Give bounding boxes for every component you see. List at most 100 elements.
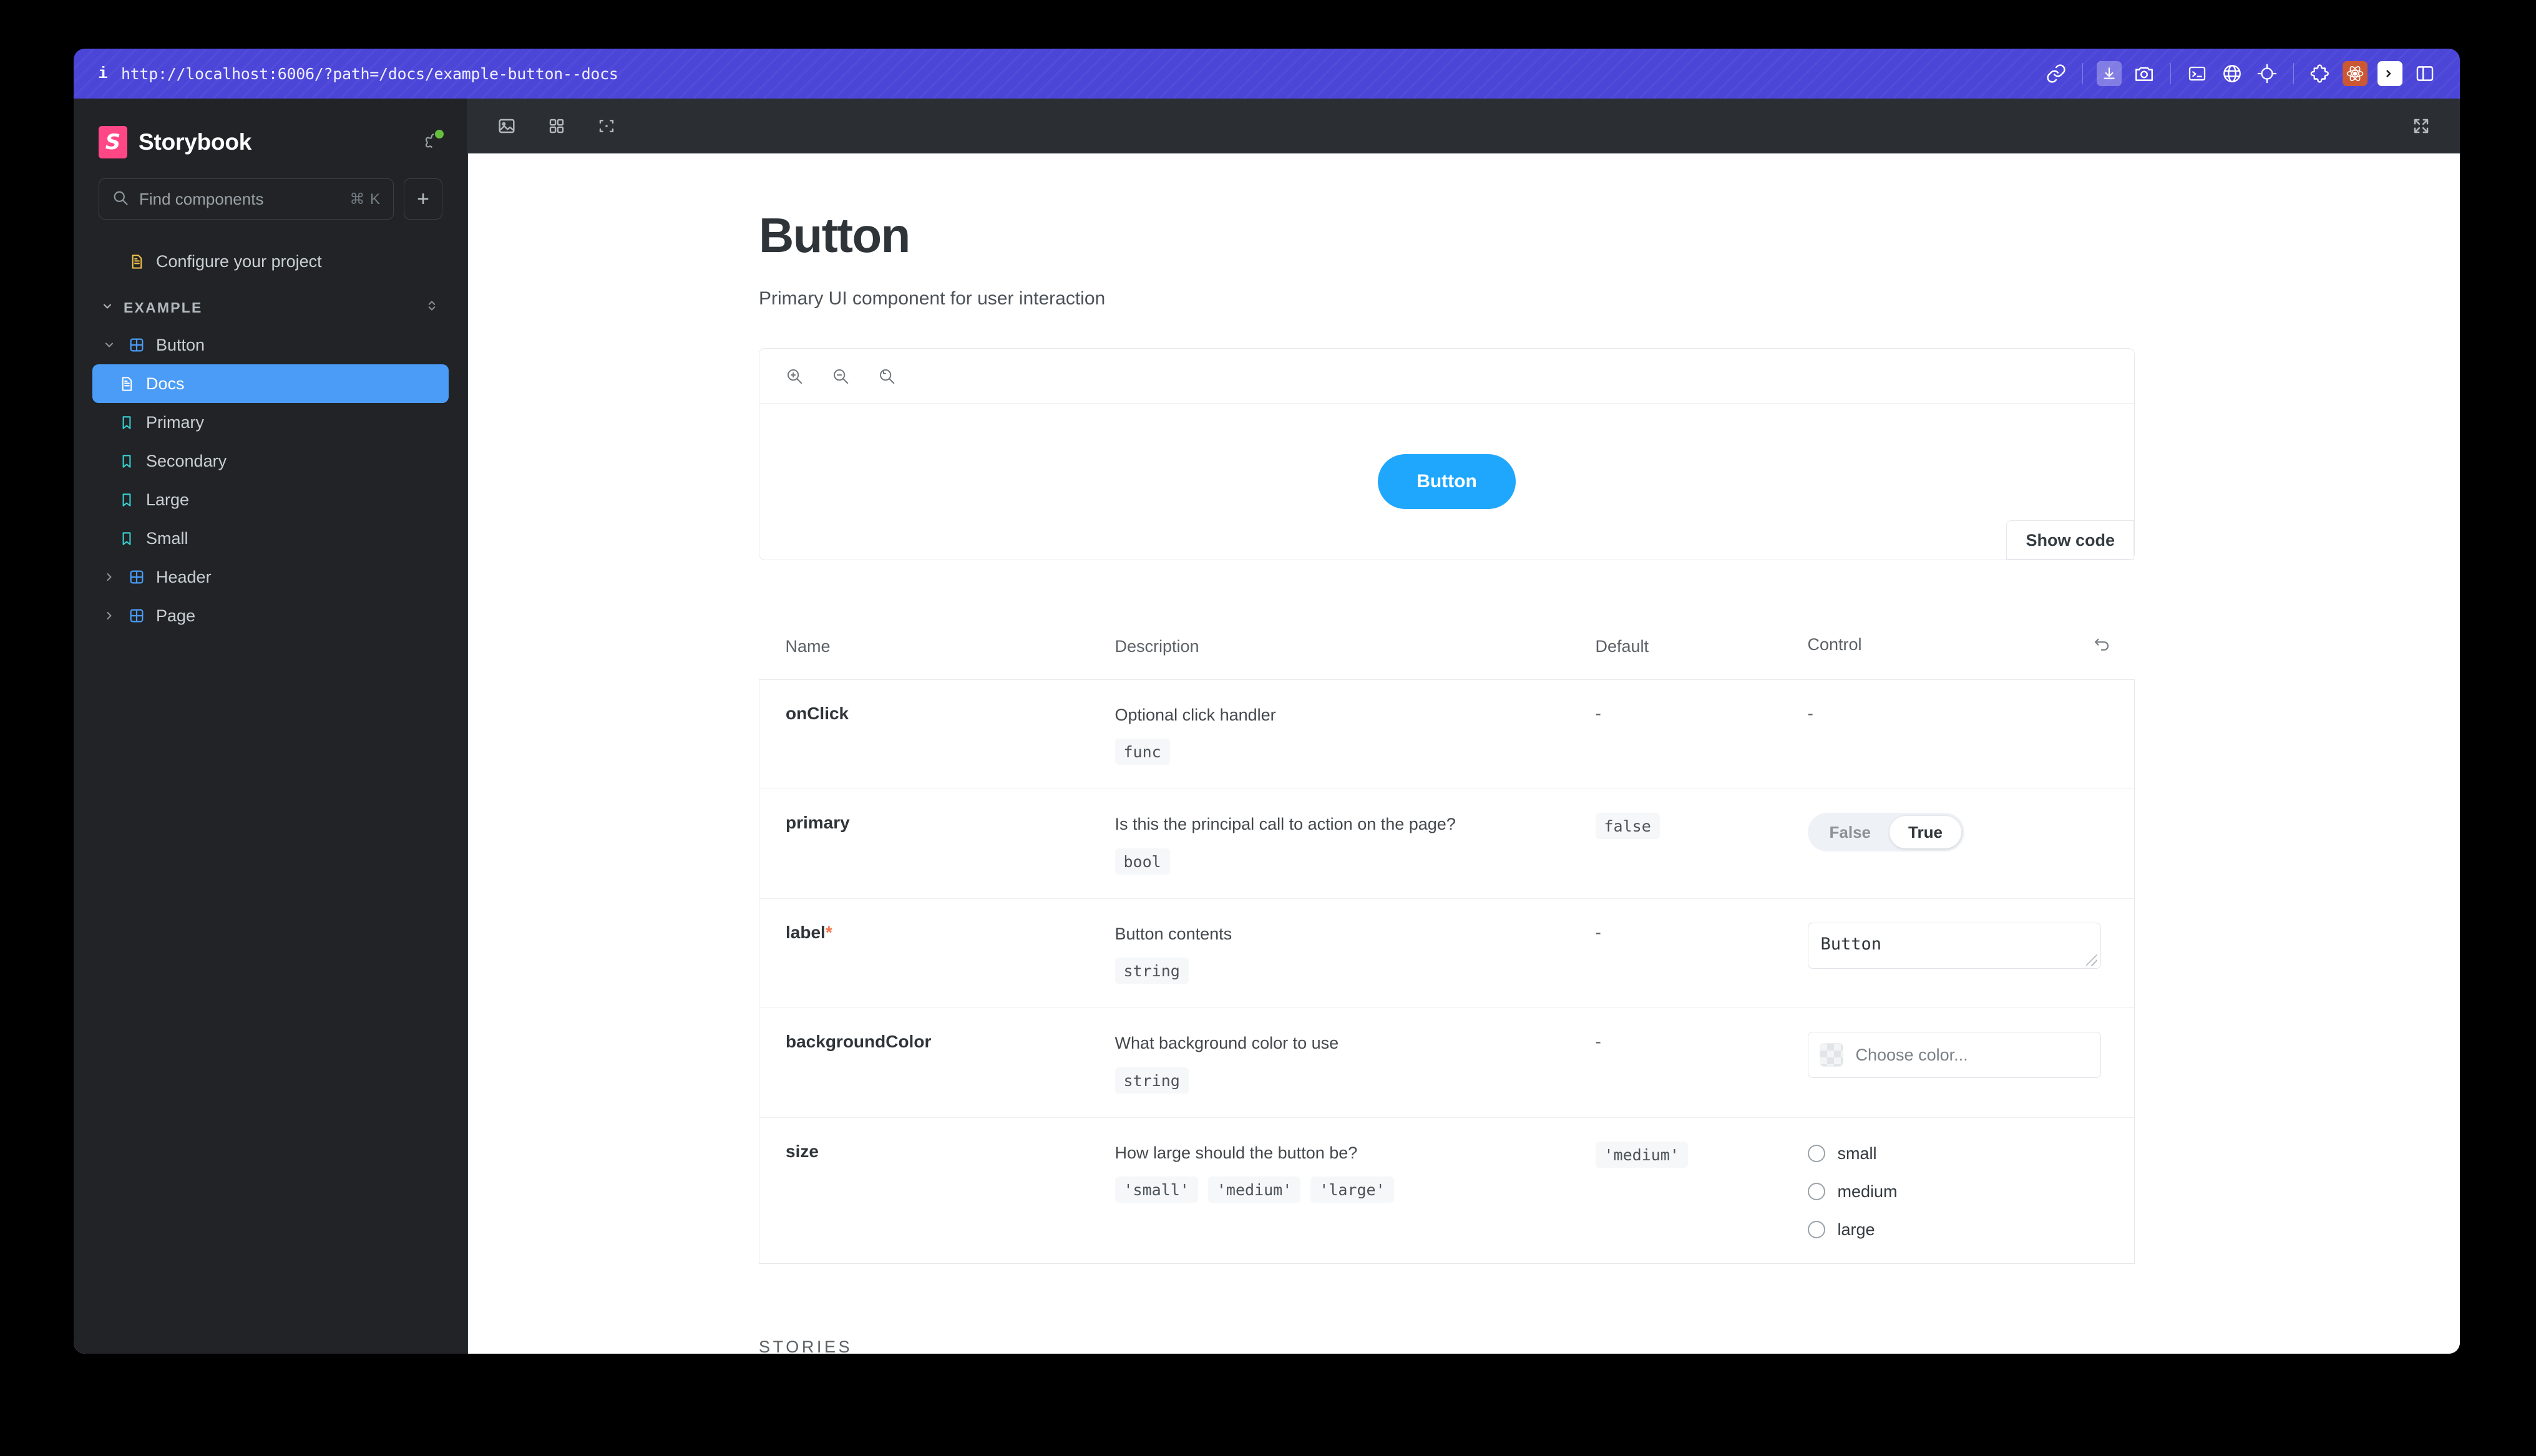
radio-indicator bbox=[1807, 1145, 1825, 1163]
prop-default: 'medium' bbox=[1595, 1141, 1688, 1168]
sidebar-item-label: Page bbox=[156, 606, 196, 625]
table-row: primary Is this the principal call to ac… bbox=[759, 789, 2135, 899]
story-bookmark-icon bbox=[117, 530, 136, 546]
sidebar-brand[interactable]: S Storybook bbox=[74, 99, 467, 175]
reset-controls-icon[interactable] bbox=[2092, 635, 2111, 658]
sidebar-item-label: Docs bbox=[146, 374, 185, 393]
prop-description-cell: How large should the button be? 'small' … bbox=[1114, 1117, 1596, 1263]
story-bookmark-icon bbox=[117, 414, 136, 430]
sidebar-item-small[interactable]: Small bbox=[92, 519, 449, 558]
prop-control-cell: small medium large bbox=[1807, 1117, 2135, 1264]
sidebar-item-large[interactable]: Large bbox=[92, 480, 449, 519]
radio-indicator bbox=[1807, 1221, 1825, 1239]
sidebar-toggle-icon[interactable] bbox=[2407, 56, 2442, 91]
component-icon bbox=[127, 336, 146, 354]
download-icon[interactable] bbox=[2092, 56, 2127, 91]
type-tag: func bbox=[1114, 739, 1170, 765]
radio-option-medium[interactable]: medium bbox=[1807, 1182, 2135, 1201]
image-icon[interactable] bbox=[489, 109, 524, 143]
prop-description-cell: Is this the principal call to action on … bbox=[1114, 789, 1596, 898]
sidebar-status-icon[interactable] bbox=[422, 129, 444, 154]
sidebar-item-label: Large bbox=[146, 490, 190, 509]
camera-icon[interactable] bbox=[2127, 56, 2162, 91]
zoom-in-icon[interactable] bbox=[781, 362, 808, 390]
search-placeholder: Find components bbox=[139, 189, 264, 208]
link-icon[interactable] bbox=[2039, 56, 2074, 91]
grid-icon[interactable] bbox=[539, 109, 574, 143]
docs-page-icon bbox=[127, 253, 146, 270]
text-control-value: Button bbox=[1820, 934, 1882, 954]
prop-default-cell: false bbox=[1595, 789, 1808, 898]
prop-description-cell: Optional click handler func bbox=[1114, 680, 1596, 789]
prop-default-cell: - bbox=[1596, 1008, 1808, 1117]
zoom-reset-icon[interactable] bbox=[873, 362, 900, 390]
chat-icon[interactable] bbox=[2373, 56, 2407, 91]
terminal-icon[interactable] bbox=[2180, 56, 2215, 91]
prop-name-cell: label* bbox=[759, 898, 1115, 1008]
story-bookmark-icon bbox=[117, 492, 136, 508]
column-header-name: Name bbox=[785, 637, 831, 656]
prop-description: Optional click handler bbox=[1114, 706, 1276, 724]
sidebar-item-secondary[interactable]: Secondary bbox=[92, 442, 449, 480]
prop-description: Button contents bbox=[1114, 924, 1232, 943]
color-swatch-icon[interactable] bbox=[1819, 1043, 1843, 1067]
preview-button[interactable]: Button bbox=[1378, 454, 1516, 509]
site-info-icon[interactable]: i bbox=[92, 64, 114, 83]
prop-control-cell: Button bbox=[1807, 898, 2135, 1008]
prop-control-cell: Choose color... bbox=[1807, 1007, 2135, 1118]
boolean-option-false[interactable]: False bbox=[1811, 816, 1890, 848]
main-panel: Button Primary UI component for user int… bbox=[468, 99, 2460, 1354]
sidebar-item-configure[interactable]: Configure your project bbox=[92, 242, 449, 281]
sidebar-item-primary[interactable]: Primary bbox=[92, 403, 449, 442]
preview-stage: Button Show code bbox=[759, 404, 2134, 560]
docs-scroll-area[interactable]: Button Primary UI component for user int… bbox=[468, 153, 2460, 1354]
sidebar-item-label: Primary bbox=[146, 412, 204, 432]
chevron-down-icon bbox=[101, 339, 117, 351]
prop-control-cell: False True bbox=[1807, 789, 2135, 899]
type-tag: 'large' bbox=[1310, 1177, 1394, 1203]
expand-collapse-icon[interactable] bbox=[424, 298, 440, 318]
sidebar-item-button[interactable]: Button bbox=[92, 326, 449, 364]
chevron-right-icon bbox=[101, 571, 117, 583]
color-control-input[interactable]: Choose color... bbox=[1807, 1032, 2101, 1079]
column-header-description: Description bbox=[1114, 637, 1199, 656]
zoom-out-icon[interactable] bbox=[827, 362, 854, 390]
status-dot bbox=[435, 129, 444, 138]
radio-option-large[interactable]: large bbox=[1807, 1220, 2135, 1240]
add-component-button[interactable]: + bbox=[404, 178, 442, 220]
sidebar-brand-label: Storybook bbox=[139, 129, 252, 155]
target-icon[interactable] bbox=[2250, 56, 2285, 91]
docs-page-icon bbox=[117, 376, 136, 392]
prop-default-cell: 'medium' bbox=[1595, 1117, 1808, 1263]
fullscreen-icon[interactable] bbox=[2404, 109, 2439, 143]
props-table: Name Description Default Control onClick… bbox=[759, 635, 2135, 1264]
toolbar-divider bbox=[2170, 63, 2171, 84]
search-input[interactable]: Find components ⌘ K bbox=[99, 178, 394, 220]
boolean-option-true[interactable]: True bbox=[1890, 816, 1961, 849]
react-devtools-icon[interactable] bbox=[2338, 56, 2373, 91]
url-text[interactable]: http://localhost:6006/?path=/docs/exampl… bbox=[121, 65, 618, 83]
sidebar-section-label: EXAMPLE bbox=[124, 299, 203, 316]
sidebar-section-example[interactable]: EXAMPLE bbox=[92, 289, 449, 326]
table-row: backgroundColor What background color to… bbox=[759, 1007, 2135, 1118]
radio-option-small[interactable]: small bbox=[1807, 1144, 2135, 1163]
prop-types: string bbox=[1114, 958, 1571, 984]
selection-icon[interactable] bbox=[589, 109, 624, 143]
story-preview: Button Show code bbox=[759, 348, 2135, 560]
prop-default: - bbox=[1595, 922, 1601, 942]
radio-control: small medium large bbox=[1807, 1142, 2135, 1240]
prop-default: false bbox=[1595, 813, 1660, 840]
props-table-body: onClick Optional click handler func - - … bbox=[759, 679, 2135, 1264]
prop-default-cell: - bbox=[1596, 680, 1808, 789]
show-code-button[interactable]: Show code bbox=[2006, 520, 2134, 560]
sidebar-item-header[interactable]: Header bbox=[92, 558, 449, 596]
globe-icon[interactable] bbox=[2215, 56, 2250, 91]
prop-name: primary bbox=[759, 789, 1115, 899]
prop-default-cell: - bbox=[1596, 898, 1808, 1007]
boolean-control[interactable]: False True bbox=[1807, 813, 1964, 852]
text-control-input[interactable]: Button bbox=[1807, 922, 2101, 969]
resize-handle[interactable] bbox=[2085, 954, 2097, 966]
puzzle-icon[interactable] bbox=[2303, 56, 2338, 91]
sidebar-item-docs[interactable]: Docs bbox=[92, 364, 449, 403]
sidebar-item-page[interactable]: Page bbox=[92, 596, 449, 635]
